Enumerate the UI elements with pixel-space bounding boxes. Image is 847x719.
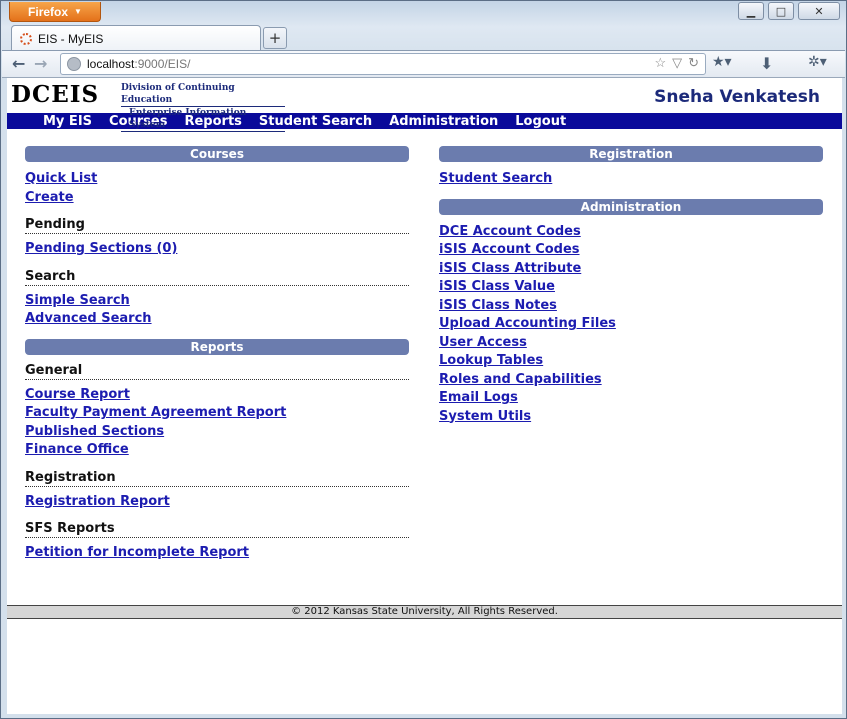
tab-title: EIS - MyEIS [38,31,104,46]
create-link[interactable]: Create [25,189,409,208]
registration-report-link[interactable]: Registration Report [25,493,409,512]
maximize-icon[interactable]: □ [768,2,794,20]
pending-sections-link[interactable]: Pending Sections (0) [25,240,409,259]
email-logs-link[interactable]: Email Logs [439,389,823,408]
pending-heading: Pending [25,217,409,234]
url-bar[interactable]: localhost:9000/EIS/ ☆ ▽ ↻ [60,53,706,75]
published-sections-link[interactable]: Published Sections [25,423,409,442]
nav-my-eis[interactable]: My EIS [43,114,92,129]
isis-account-codes-link[interactable]: iSIS Account Codes [439,241,823,260]
close-icon[interactable]: ✕ [798,2,840,20]
globe-icon [67,57,81,71]
bookmarks-icon[interactable]: ★▾ [712,54,732,70]
user-access-link[interactable]: User Access [439,334,823,353]
url-path: :9000/EIS/ [134,57,191,71]
back-icon[interactable]: ← [12,54,25,73]
subtitle-line-1: Division of Continuing Education [121,82,285,107]
lookup-tables-link[interactable]: Lookup Tables [439,352,823,371]
caret-down-icon: ▼ [74,7,82,16]
user-name: Sneha Venkatesh [654,87,820,107]
web-page: DCEIS Division of Continuing Education E… [7,78,842,714]
petition-incomplete-link[interactable]: Petition for Incomplete Report [25,544,409,563]
browser-window: Firefox ▼ ▁ □ ✕ EIS - MyEIS + ← → localh… [0,0,847,719]
page-header: DCEIS Division of Continuing Education E… [7,78,842,132]
course-report-link[interactable]: Course Report [25,386,409,405]
student-search-link[interactable]: Student Search [439,170,823,189]
quick-list-link[interactable]: Quick List [25,170,409,189]
nav-logout[interactable]: Logout [515,114,566,129]
url-host: localhost [87,57,135,71]
roles-capabilities-link[interactable]: Roles and Capabilities [439,371,823,390]
advanced-search-link[interactable]: Advanced Search [25,310,409,329]
dce-account-codes-link[interactable]: DCE Account Codes [439,223,823,242]
simple-search-link[interactable]: Simple Search [25,292,409,311]
forward-icon[interactable]: → [34,54,47,73]
firefox-menu-button[interactable]: Firefox ▼ [9,2,101,22]
page-footer: © 2012 Kansas State University, All Righ… [7,605,842,619]
nav-administration[interactable]: Administration [389,114,498,129]
browser-tab[interactable]: EIS - MyEIS [11,25,261,51]
isis-class-value-link[interactable]: iSIS Class Value [439,278,823,297]
administration-section-header: Administration [439,198,823,215]
registration-section-header: Registration [439,146,823,162]
minimize-icon[interactable]: ▁ [738,2,764,20]
faculty-payment-link[interactable]: Faculty Payment Agreement Report [25,404,409,423]
general-heading: General [25,363,409,380]
finance-office-link[interactable]: Finance Office [25,441,409,460]
bookmark-star-icon[interactable]: ☆ [654,55,666,71]
isis-class-attribute-link[interactable]: iSIS Class Attribute [439,260,823,279]
firefox-label: Firefox [28,4,69,19]
system-utils-link[interactable]: System Utils [439,408,823,427]
dropdown-icon[interactable]: ▽ [672,55,682,71]
left-column: Courses Quick List Create Pending Pendin… [25,146,409,563]
navigation-toolbar: ← → localhost:9000/EIS/ ☆ ▽ ↻ ★▾ ⬇ ✲▾ [2,50,845,78]
logo-subtitle: Division of Continuing Education Enterpr… [121,82,285,132]
subtitle-line-2: Enterprise Information System [121,107,285,132]
loading-spinner-icon [20,32,32,45]
search-heading: Search [25,269,409,286]
upload-accounting-files-link[interactable]: Upload Accounting Files [439,315,823,334]
new-tab-button[interactable]: + [263,27,287,49]
addon-icon[interactable]: ✲▾ [808,54,827,70]
download-icon[interactable]: ⬇ [760,54,773,73]
reload-icon[interactable]: ↻ [688,55,699,71]
window-controls: ▁ □ ✕ [738,2,840,20]
isis-class-notes-link[interactable]: iSIS Class Notes [439,297,823,316]
sfs-reports-heading: SFS Reports [25,521,409,538]
dceis-logo: DCEIS [11,81,100,108]
right-column: Registration Student Search Administrati… [439,146,823,426]
courses-section-header: Courses [25,146,409,162]
reports-section-header: Reports [25,338,409,355]
registration-reports-heading: Registration [25,470,409,487]
